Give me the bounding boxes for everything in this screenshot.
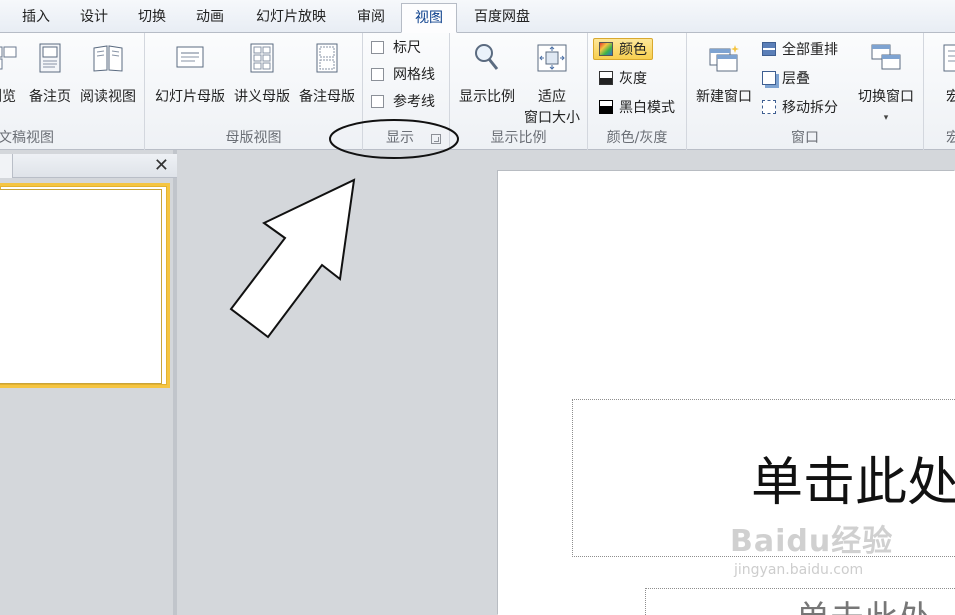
notes-page-label: 备注页 <box>29 89 71 105</box>
move-split-label: 移动拆分 <box>782 100 838 116</box>
group-master-views-label: 母版视图 <box>225 130 282 146</box>
cascade-button[interactable]: 层叠 <box>762 68 810 90</box>
color-label: 颜色 <box>619 42 647 58</box>
gridlines-label: 网格线 <box>393 67 435 83</box>
zoom-button[interactable]: 显示比例 <box>454 41 520 106</box>
watermark-main: Baidu经验 <box>730 524 894 559</box>
handout-master-button[interactable]: 讲义母版 <box>231 41 293 106</box>
notes-page-button[interactable]: 备注页 <box>25 41 75 106</box>
move-split-button[interactable]: 移动拆分 <box>762 97 838 119</box>
color-icon <box>599 42 613 56</box>
cascade-label: 层叠 <box>782 71 810 87</box>
reading-view-icon <box>93 45 123 72</box>
tab-insert[interactable]: 插入 <box>9 3 63 33</box>
reading-view-label: 阅读视图 <box>80 89 136 105</box>
switch-windows-icon <box>871 44 901 70</box>
group-presentation-views: 浏览 备注页 阅读视图 文稿视图 <box>0 33 145 150</box>
handout-master-icon <box>250 43 274 73</box>
macros-icon <box>943 44 955 72</box>
grayscale-button[interactable]: 灰度 <box>599 68 647 90</box>
switch-windows-button[interactable]: 切换窗口 ▾ <box>853 41 919 127</box>
ruler-checkbox[interactable]: 标尺 <box>371 37 421 59</box>
subtitle-placeholder[interactable]: 单击此处 <box>645 588 955 615</box>
fit-to-window-icon <box>537 44 567 72</box>
slide-thumbnail-selected[interactable] <box>0 183 170 388</box>
guides-checkbox-box[interactable] <box>371 95 384 108</box>
slide-master-icon <box>176 46 204 68</box>
black-white-button[interactable]: 黑白模式 <box>599 97 675 119</box>
slide-master-label: 幻灯片母版 <box>155 89 225 105</box>
slides-pane-tab[interactable] <box>0 154 13 178</box>
macros-label: 宏 <box>946 89 955 105</box>
slide-sorter-button[interactable]: 浏览 <box>0 41 24 106</box>
arrange-all-label: 全部重排 <box>782 42 838 58</box>
magnifier-icon <box>475 44 499 70</box>
new-window-button[interactable]: 新建窗口 <box>691 41 757 106</box>
gridlines-checkbox[interactable]: 网格线 <box>371 64 435 86</box>
gridlines-checkbox-box[interactable] <box>371 68 384 81</box>
new-window-icon <box>709 45 739 72</box>
black-white-icon <box>599 100 613 114</box>
switch-windows-label: 切换窗口 <box>858 89 914 105</box>
arrange-all-button[interactable]: 全部重排 <box>762 39 838 61</box>
slides-pane-header: ✕ <box>0 154 177 178</box>
notes-master-icon <box>316 43 338 73</box>
fit-line2-label: 窗口大小 <box>524 110 580 126</box>
group-color-grayscale: 颜色 灰度 黑白模式 颜色/灰度 <box>588 33 687 150</box>
slide-sorter-label: 浏览 <box>0 89 16 105</box>
group-color-grayscale-label: 颜色/灰度 <box>606 130 668 146</box>
group-show: 标尺 网格线 参考线 显示 <box>363 33 450 150</box>
group-zoom: 显示比例 适应 窗口大小 显示比例 <box>450 33 588 150</box>
grayscale-icon <box>599 71 613 85</box>
notes-master-label: 备注母版 <box>299 89 355 105</box>
subtitle-placeholder-text: 单击此处 <box>796 591 932 615</box>
ribbon-tab-bar: 插入 设计 切换 动画 幻灯片放映 审阅 视图 百度网盘 <box>0 0 955 33</box>
macros-button[interactable]: 宏 <box>938 41 955 106</box>
arrange-all-icon <box>762 42 776 56</box>
ribbon: 浏览 备注页 阅读视图 文稿视图 <box>0 33 955 150</box>
new-window-label: 新建窗口 <box>696 89 752 105</box>
tab-design[interactable]: 设计 <box>66 3 122 33</box>
group-presentation-views-label: 文稿视图 <box>0 130 54 146</box>
fit-to-window-button[interactable]: 适应 窗口大小 <box>520 41 584 127</box>
group-window: 新建窗口 全部重排 层叠 移动拆分 切换窗口 ▾ 窗口 <box>687 33 924 150</box>
title-placeholder-text: 单击此处 <box>751 453 955 513</box>
group-macros-label: 宏 <box>946 130 955 146</box>
watermark-url: jingyan.baidu.com <box>734 562 864 578</box>
notes-page-icon <box>39 43 61 73</box>
handout-master-label: 讲义母版 <box>234 89 290 105</box>
tab-review[interactable]: 审阅 <box>343 3 399 33</box>
notes-master-button[interactable]: 备注母版 <box>295 41 359 106</box>
guides-label: 参考线 <box>393 94 435 110</box>
slide-thumbnail-1[interactable] <box>0 189 162 384</box>
color-button[interactable]: 颜色 <box>593 38 653 60</box>
group-window-label: 窗口 <box>791 130 819 146</box>
slides-pane: ✕ <box>0 150 177 615</box>
guides-checkbox[interactable]: 参考线 <box>371 91 435 113</box>
close-icon[interactable]: ✕ <box>154 155 169 177</box>
black-white-label: 黑白模式 <box>619 100 675 116</box>
zoom-label: 显示比例 <box>459 89 515 105</box>
cascade-icon <box>762 71 776 85</box>
ruler-checkbox-box[interactable] <box>371 41 384 54</box>
slide-sorter-icon <box>0 46 17 70</box>
show-dialog-launcher-icon[interactable] <box>431 134 441 144</box>
tab-baidu-netdisk[interactable]: 百度网盘 <box>460 3 544 33</box>
switch-windows-dropdown-icon[interactable]: ▾ <box>853 109 919 127</box>
group-zoom-label: 显示比例 <box>490 130 547 146</box>
group-master-views: 幻灯片母版 讲义母版 备注母版 母版视图 <box>145 33 363 150</box>
fit-line1-label: 适应 <box>538 89 566 105</box>
grayscale-label: 灰度 <box>619 71 647 87</box>
tab-view[interactable]: 视图 <box>401 3 457 33</box>
tab-transitions[interactable]: 切换 <box>124 3 180 33</box>
slide-master-button[interactable]: 幻灯片母版 <box>151 41 229 106</box>
tab-slide-show[interactable]: 幻灯片放映 <box>241 3 341 33</box>
reading-view-button[interactable]: 阅读视图 <box>77 41 139 106</box>
move-split-icon <box>762 100 776 114</box>
baidu-watermark: Baidu经验 jingyan.baidu.com <box>730 516 893 578</box>
group-macros: 宏 宏 <box>924 33 955 150</box>
tab-animations[interactable]: 动画 <box>182 3 238 33</box>
ruler-label: 标尺 <box>393 40 421 56</box>
